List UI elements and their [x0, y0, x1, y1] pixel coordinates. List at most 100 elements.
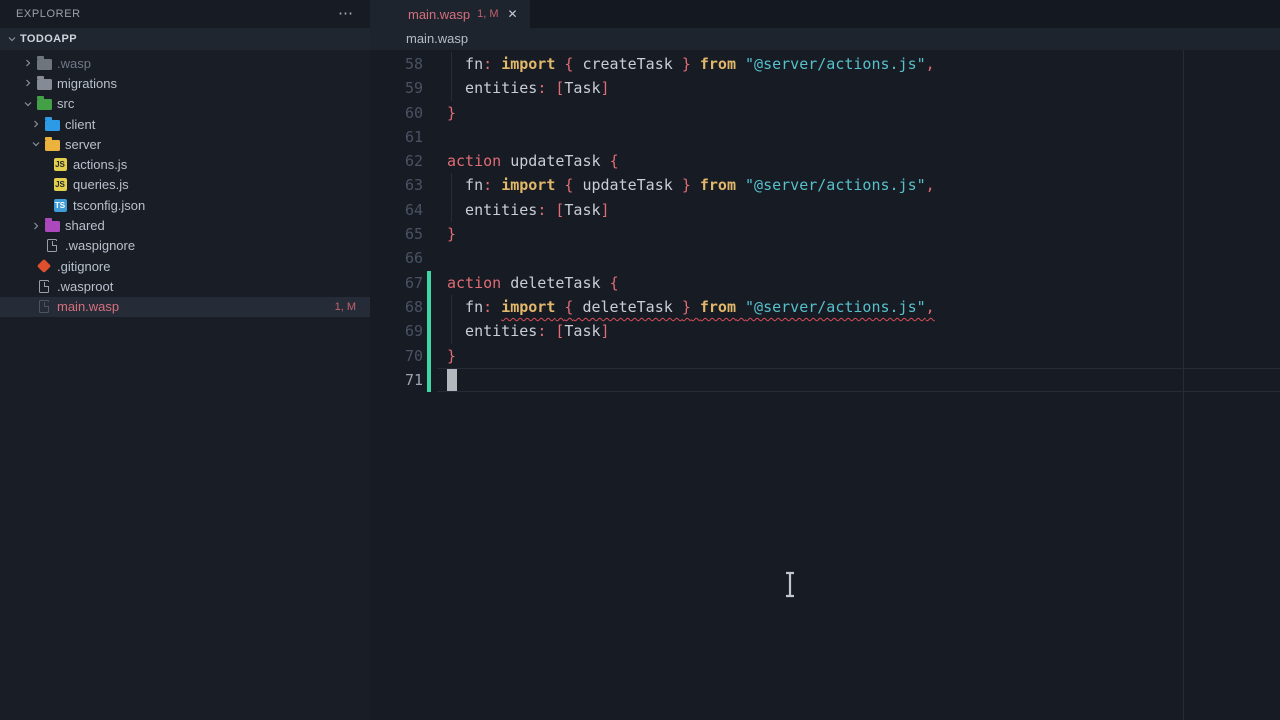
tree-item-label: .waspignore — [65, 238, 135, 253]
code-text: action deleteTask { — [447, 271, 619, 295]
code-lines: 58 fn: import { createTask } from "@serv… — [370, 52, 1280, 392]
line-number: 67 — [370, 271, 423, 295]
tree-item-tsconfig.json[interactable]: TStsconfig.json — [0, 195, 370, 215]
code-line-62[interactable]: 62action updateTask { — [370, 149, 1280, 173]
folder-icon — [44, 218, 60, 234]
tab-main-wasp[interactable]: main.wasp 1, M ✕ — [370, 0, 530, 28]
line-number: 59 — [370, 76, 423, 100]
code-line-67[interactable]: 67 action deleteTask { — [370, 271, 1280, 295]
tree-item-.gitignore[interactable]: .gitignore — [0, 256, 370, 276]
tree-item-label: shared — [65, 218, 105, 233]
line-number: 63 — [370, 173, 423, 197]
current-line-highlight — [437, 368, 1280, 392]
tree-item-label: main.wasp — [57, 299, 119, 314]
explorer-title: EXPLORER — [16, 8, 81, 20]
chevron-none — [28, 238, 44, 254]
code-line-64[interactable]: 64 entities: [Task] — [370, 198, 1280, 222]
code-line-59[interactable]: 59 entities: [Task] — [370, 76, 1280, 100]
breadcrumb-item[interactable]: main.wasp — [406, 31, 468, 46]
tree-item-server[interactable]: server — [0, 134, 370, 154]
folder-icon — [36, 75, 52, 91]
folder-icon — [44, 116, 60, 132]
tab-label: main.wasp — [408, 7, 470, 22]
file-icon — [36, 278, 52, 294]
code-text: entities: [Task] — [447, 76, 610, 100]
code-line-71[interactable]: 71 — [370, 368, 1280, 392]
line-number: 65 — [370, 222, 423, 246]
tree-item-.waspignore[interactable]: .waspignore — [0, 236, 370, 256]
code-line-68[interactable]: 68 fn: import { deleteTask } from "@serv… — [370, 295, 1280, 319]
line-number: 58 — [370, 52, 423, 76]
code-line-66[interactable]: 66 — [370, 246, 1280, 270]
chevron-none — [20, 258, 36, 274]
chevron-none — [20, 299, 36, 315]
code-line-61[interactable]: 61 — [370, 125, 1280, 149]
file-icon — [44, 238, 60, 254]
code-line-60[interactable]: 60} — [370, 101, 1280, 125]
close-icon[interactable]: ✕ — [508, 7, 518, 21]
code-line-69[interactable]: 69 entities: [Task] — [370, 319, 1280, 343]
js-file-icon: JS — [52, 177, 68, 193]
line-number: 69 — [370, 319, 423, 343]
git-modified-bar — [427, 368, 431, 392]
tab-status-badge: 1, M — [477, 8, 498, 20]
js-file-icon: JS — [52, 157, 68, 173]
chevron-down-icon — [4, 31, 20, 47]
tree-item-label: .wasproot — [57, 279, 113, 294]
git-modified-bar — [427, 344, 431, 368]
tab-bar: main.wasp 1, M ✕ — [370, 0, 1280, 28]
line-number: 61 — [370, 125, 423, 149]
chevron-none — [20, 278, 36, 294]
code-line-63[interactable]: 63 fn: import { updateTask } from "@serv… — [370, 173, 1280, 197]
text-cursor — [447, 369, 457, 391]
chevron-right-icon — [20, 55, 36, 71]
explorer-header: EXPLORER ⋯ — [0, 0, 370, 28]
chevron-none — [36, 157, 52, 173]
tree-item-client[interactable]: client — [0, 114, 370, 134]
code-text: action updateTask { — [447, 149, 619, 173]
line-number: 64 — [370, 198, 423, 222]
code-text: fn: import { updateTask } from "@server/… — [447, 173, 935, 197]
workspace-title: TODOAPP — [20, 33, 77, 45]
code-text: } — [447, 101, 456, 125]
tree-item-label: server — [65, 137, 101, 152]
tree-item-label: queries.js — [73, 177, 129, 192]
tree-item-queries.js[interactable]: JS queries.js — [0, 175, 370, 195]
line-number: 60 — [370, 101, 423, 125]
code-line-58[interactable]: 58 fn: import { createTask } from "@serv… — [370, 52, 1280, 76]
tree-item-migrations[interactable]: migrations — [0, 73, 370, 93]
explorer-sidebar: EXPLORER ⋯ TODOAPP .wasp migrations src cli… — [0, 0, 370, 720]
ellipsis-icon[interactable]: ⋯ — [338, 9, 354, 19]
chevron-none — [36, 177, 52, 193]
git-modified-bar — [427, 271, 431, 295]
ts-file-icon: TS — [52, 197, 68, 213]
tree-item-.wasproot[interactable]: .wasproot — [0, 276, 370, 296]
tree-item-label: src — [57, 96, 74, 111]
code-line-65[interactable]: 65} — [370, 222, 1280, 246]
git-icon — [36, 258, 52, 274]
code-text: fn: import { deleteTask } from "@server/… — [447, 295, 935, 319]
chevron-down-icon — [20, 96, 36, 112]
git-modified-bar — [427, 319, 431, 343]
file-tree: .wasp migrations src client server JSactions.… — [0, 53, 370, 317]
code-line-70[interactable]: 70} — [370, 344, 1280, 368]
code-editor[interactable]: 58 fn: import { createTask } from "@serv… — [370, 50, 1280, 720]
line-number: 70 — [370, 344, 423, 368]
chevron-down-icon — [28, 136, 44, 152]
chevron-right-icon — [28, 218, 44, 234]
tree-item-main.wasp[interactable]: main.wasp1, M — [0, 297, 370, 317]
chevron-right-icon — [20, 75, 36, 91]
tree-item-actions.js[interactable]: JSactions.js — [0, 154, 370, 174]
code-text: } — [447, 344, 456, 368]
tree-item-shared[interactable]: shared — [0, 215, 370, 235]
folder-icon — [36, 96, 52, 112]
git-modified-bar — [427, 295, 431, 319]
workspace-section-header[interactable]: TODOAPP — [0, 28, 370, 50]
code-text: entities: [Task] — [447, 319, 610, 343]
mouse-ibeam-cursor — [783, 571, 797, 603]
breadcrumb[interactable]: main.wasp — [370, 28, 1280, 50]
tree-item-.wasp[interactable]: .wasp — [0, 53, 370, 73]
tree-item-src[interactable]: src — [0, 94, 370, 114]
tree-item-label: migrations — [57, 76, 117, 91]
chevron-none — [36, 197, 52, 213]
